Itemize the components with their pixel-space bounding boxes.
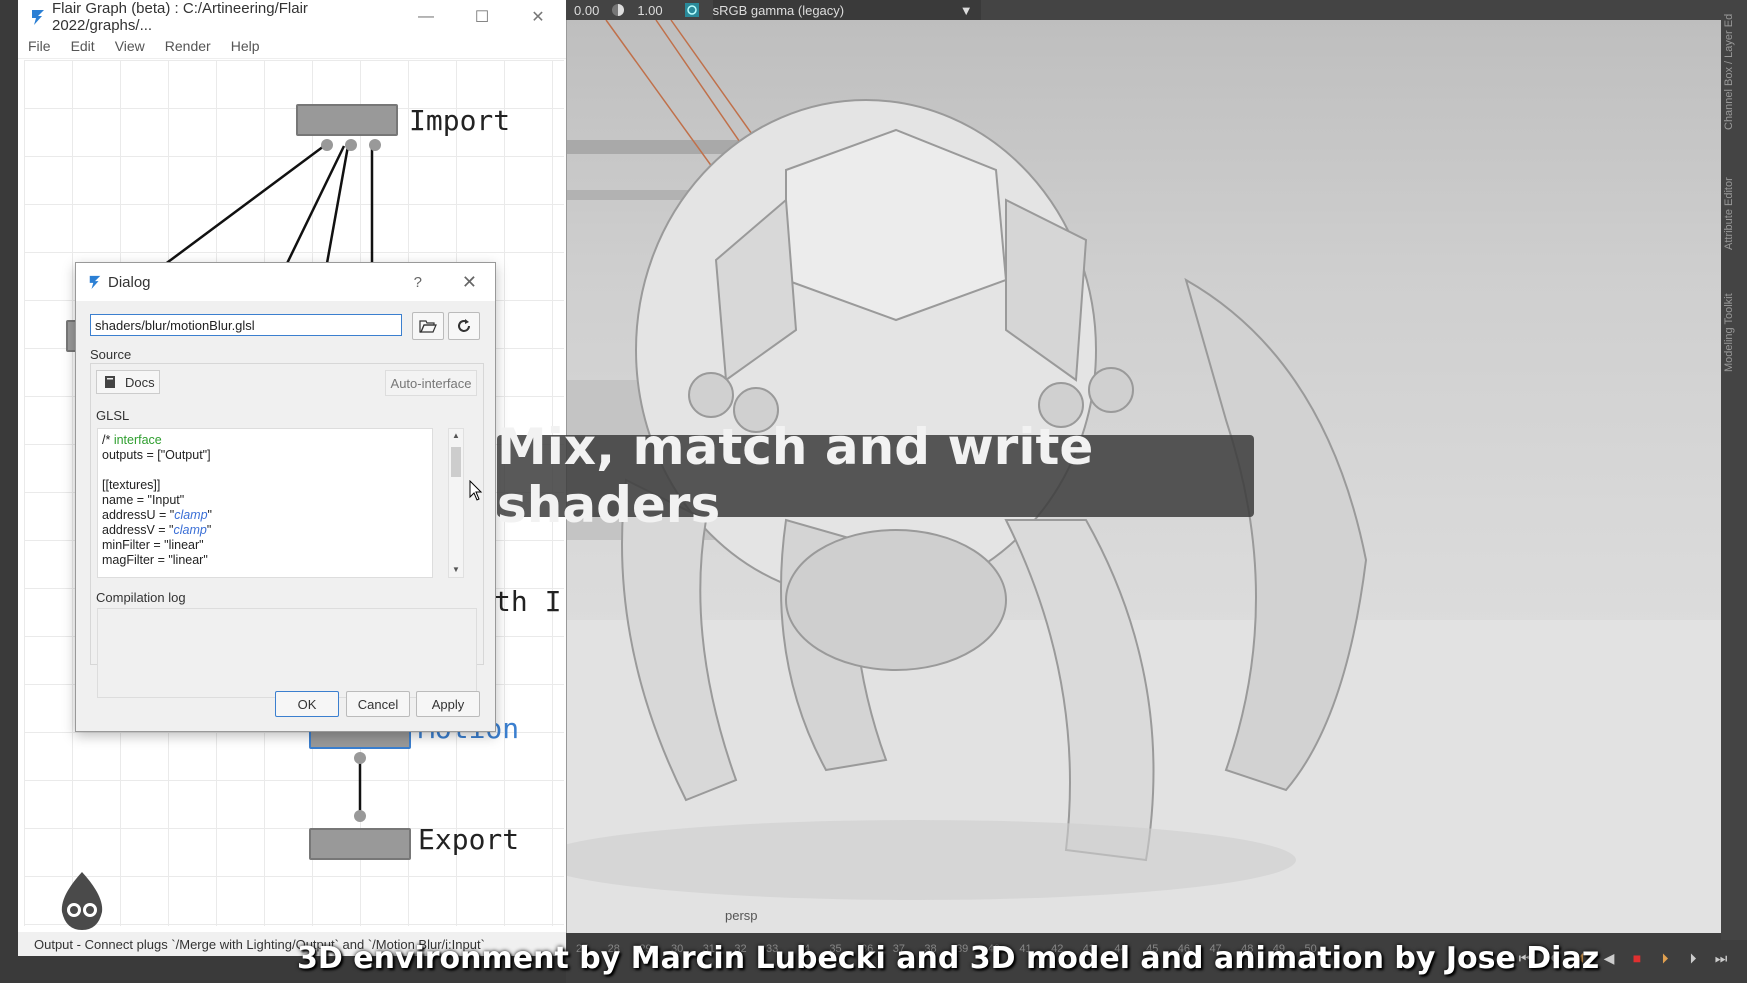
code-line: addressU = "clamp"	[102, 508, 212, 522]
connection-wire	[163, 144, 325, 267]
flair-mascot-icon	[61, 872, 103, 930]
code-line: outputs = ["Output"]	[102, 448, 211, 462]
maximize-icon[interactable]: ☐	[454, 7, 510, 27]
menu-help[interactable]: Help	[221, 38, 270, 54]
graph-menubar: File Edit View Render Help	[18, 34, 566, 59]
node-export-label: Export	[418, 823, 520, 856]
play-backward-icon[interactable]: ◀	[1600, 951, 1618, 965]
folder-open-icon	[419, 320, 437, 333]
browse-button[interactable]	[412, 312, 444, 340]
compilation-log-label: Compilation log	[96, 590, 186, 605]
graph-window-title: Flair Graph (beta) : C:/Artineering/Flai…	[52, 0, 308, 34]
shader-path-input[interactable]	[90, 314, 402, 336]
credits-overlay: 3D environment by Marcin Lubecki and 3D …	[297, 941, 1600, 976]
node-export[interactable]	[309, 828, 411, 860]
shader-dialog: Dialog ? ✕ Source Docs Auto-interface GL…	[75, 262, 496, 732]
right-side-tabs: Channel Box / Layer Ed Attribute Editor …	[1721, 0, 1747, 940]
code-line: name = "Input"	[102, 493, 185, 507]
scroll-thumb[interactable]	[451, 447, 461, 477]
scroll-up-icon[interactable]: ▲	[452, 431, 460, 440]
graph-titlebar: Flair Graph (beta) : C:/Artineering/Flai…	[18, 0, 566, 34]
glsl-label: GLSL	[96, 408, 130, 423]
dialog-titlebar: Dialog ? ✕	[76, 263, 495, 301]
output-plug[interactable]	[345, 139, 357, 151]
connection-wire	[322, 145, 350, 281]
next-key-icon[interactable]: ⏵	[1656, 951, 1674, 965]
tab-attribute-editor[interactable]: Attribute Editor	[1723, 177, 1735, 250]
close-icon[interactable]: ✕	[510, 7, 566, 27]
color-space-value: sRGB gamma (legacy)	[712, 2, 845, 18]
auto-interface-button[interactable]: Auto-interface	[385, 370, 477, 396]
code-scrollbar[interactable]: ▲ ▼	[448, 428, 464, 578]
code-line: /* interface	[102, 433, 162, 447]
color-management-icon[interactable]	[684, 3, 699, 17]
chevron-down-icon: ▼	[959, 2, 973, 18]
source-label: Source	[90, 347, 132, 362]
menu-file[interactable]: File	[18, 38, 61, 54]
node-import-label: Import	[409, 104, 511, 137]
close-icon[interactable]: ✕	[462, 272, 477, 293]
gamma-toggle-icon[interactable]	[611, 3, 625, 17]
dialog-title: Dialog	[108, 273, 151, 291]
code-value: clamp	[173, 523, 207, 537]
menu-edit[interactable]: Edit	[61, 38, 105, 54]
camera-label: persp	[725, 908, 758, 923]
input-plug[interactable]	[354, 810, 366, 822]
code-line: addressV = "clamp"	[102, 523, 212, 537]
node-import[interactable]	[296, 104, 398, 136]
step-forward-icon[interactable]: ⏵	[1684, 951, 1702, 965]
scroll-down-icon[interactable]: ▼	[452, 565, 460, 574]
cancel-button[interactable]: Cancel	[346, 691, 410, 717]
book-icon	[105, 376, 115, 388]
caption-overlay: Mix, match and write shaders	[497, 418, 1254, 534]
glsl-code-editor[interactable]: /* interface outputs = ["Output"] [[text…	[97, 428, 433, 578]
flair-logo-icon	[89, 275, 101, 289]
output-plug[interactable]	[369, 139, 381, 151]
connection-wire	[277, 145, 346, 281]
stop-icon[interactable]: ■	[1628, 951, 1646, 965]
code-line: minFilter = "linear"	[102, 538, 204, 552]
help-button[interactable]: ?	[414, 274, 422, 291]
viewport-toolbar: 0.00 1.00 sRGB gamma (legacy) ▼	[566, 0, 1721, 20]
tab-modeling-toolkit[interactable]: Modeling Toolkit	[1723, 293, 1735, 372]
color-space-dropdown[interactable]: sRGB gamma (legacy) ▼	[712, 0, 981, 20]
go-to-end-icon[interactable]: ⏭	[1712, 951, 1730, 965]
code-line: magFilter = "linear"	[102, 553, 208, 567]
reload-button[interactable]	[448, 312, 480, 340]
exposure-field[interactable]: 0.00	[566, 3, 607, 18]
code-value: clamp	[174, 508, 208, 522]
refresh-icon	[458, 319, 470, 332]
tab-channel-box[interactable]: Channel Box / Layer Ed	[1723, 14, 1735, 130]
output-plug[interactable]	[321, 139, 333, 151]
gamma-field[interactable]: 1.00	[629, 3, 670, 18]
code-line: [[textures]]	[102, 478, 161, 492]
output-plug[interactable]	[354, 752, 366, 764]
compilation-log	[97, 608, 477, 698]
docs-label: Docs	[125, 374, 155, 390]
docs-button[interactable]: Docs	[96, 370, 160, 394]
mouse-cursor-icon	[469, 480, 483, 501]
flair-logo-icon	[32, 10, 44, 25]
shadow	[566, 820, 1296, 900]
menu-render[interactable]: Render	[155, 38, 221, 54]
left-panel-strip	[0, 0, 18, 983]
code-keyword: interface	[113, 433, 162, 447]
minimize-icon[interactable]: —	[398, 8, 454, 26]
node-merge-label: th I	[494, 585, 562, 618]
apply-button[interactable]: Apply	[416, 691, 480, 717]
menu-view[interactable]: View	[105, 38, 155, 54]
ok-button[interactable]: OK	[275, 691, 339, 717]
